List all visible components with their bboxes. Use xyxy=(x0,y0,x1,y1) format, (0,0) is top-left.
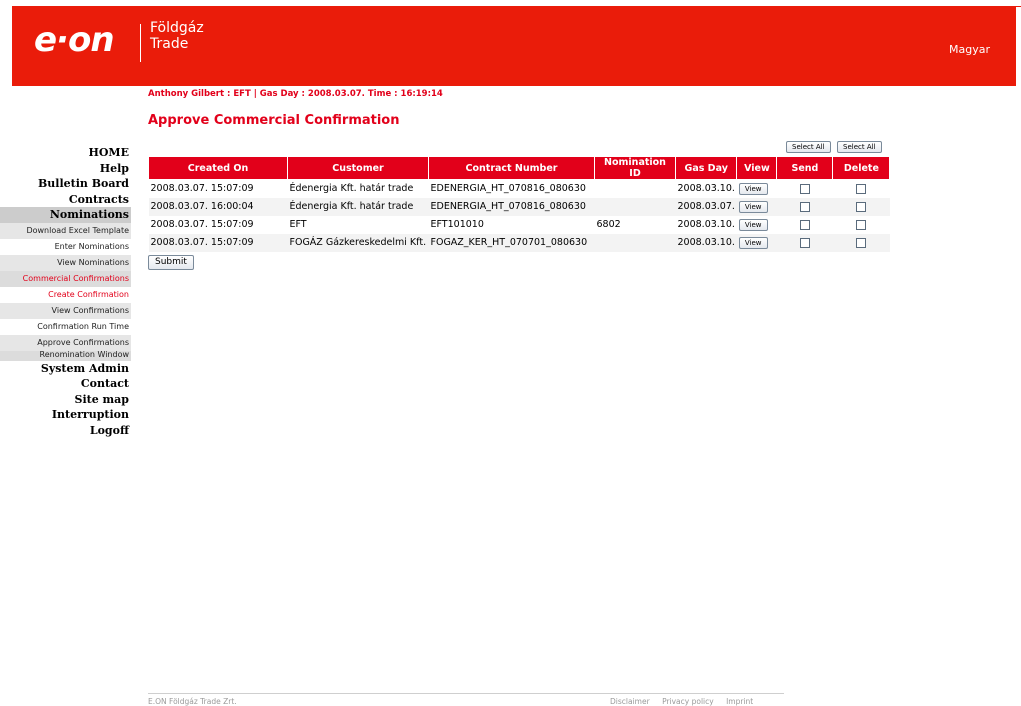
sidebar-nav: HOME Help Bulletin Board Contracts Nomin… xyxy=(0,145,131,438)
cell-delete xyxy=(832,197,890,216)
cell-nomination-id xyxy=(595,180,676,198)
col-nomination-id: Nomination ID xyxy=(594,156,676,180)
cell-view: View xyxy=(736,233,777,252)
brand-line-1: Földgáz xyxy=(150,20,204,36)
eon-logo: e·on xyxy=(34,20,115,60)
cell-created-on: 2008.03.07. 15:07:09 xyxy=(150,219,254,230)
cell-contract-number: EFT101010 xyxy=(430,219,484,230)
nav-download-excel-template[interactable]: Download Excel Template xyxy=(0,222,131,239)
col-contract-number: Contract Number xyxy=(428,156,595,180)
cell-gas-day: 2008.03.07. xyxy=(675,197,737,216)
cell-view: View xyxy=(736,197,777,216)
confirmations-table: Created On Customer Contract Number Nomi… xyxy=(148,156,891,252)
cell-delete xyxy=(832,233,890,252)
page-title: Approve Commercial Confirmation xyxy=(148,113,400,128)
view-button[interactable]: View xyxy=(738,182,768,195)
cell-created-on: 2008.03.07. 15:07:09 xyxy=(148,233,288,252)
col-delete: Delete xyxy=(832,156,891,180)
delete-checkbox[interactable] xyxy=(856,201,867,212)
nav-home[interactable]: HOME xyxy=(0,145,131,161)
cell-send xyxy=(776,233,833,252)
cell-gas-day: 2008.03.10. xyxy=(677,183,735,195)
brand-subtitle: Földgáz Trade xyxy=(150,20,204,52)
table-row: 2008.03.07. 15:07:09 Édenergia Kft. hatá… xyxy=(149,180,890,198)
col-send: Send xyxy=(776,156,834,180)
table-row: 2008.03.07. 15:07:09 EFT EFT101010 6802 … xyxy=(149,216,890,234)
cell-created-on: 2008.03.07. 15:07:09 xyxy=(150,183,254,195)
nav-interruption[interactable]: Interruption xyxy=(0,407,131,423)
nav-create-confirmation[interactable]: Create Confirmation xyxy=(0,287,131,303)
cell-gas-day: 2008.03.10. xyxy=(677,219,735,230)
nav-contracts[interactable]: Contracts xyxy=(0,192,131,208)
logo-divider xyxy=(140,24,141,62)
table-row: 2008.03.07. 15:07:09 FOGÁZ Gázkereskedel… xyxy=(148,233,890,252)
cell-send xyxy=(777,216,833,234)
nav-help[interactable]: Help xyxy=(0,161,131,177)
cell-nomination-id: 6802 xyxy=(596,219,621,230)
col-view: View xyxy=(736,156,778,180)
user-info: Anthony Gilbert : EFT | Gas Day : 2008.0… xyxy=(148,89,443,99)
select-all-delete-button[interactable]: Select All xyxy=(837,141,882,153)
nav-confirmation-run-time[interactable]: Confirmation Run Time xyxy=(0,319,131,335)
view-button[interactable]: View xyxy=(738,200,768,213)
col-gas-day: Gas Day xyxy=(674,156,738,180)
cell-gas-day: 2008.03.10. xyxy=(675,233,737,252)
send-checkbox[interactable] xyxy=(799,183,810,194)
cell-customer: FOGÁZ Gázkereskedelmi Kft. xyxy=(287,233,429,252)
view-button[interactable]: View xyxy=(738,236,768,249)
delete-checkbox[interactable] xyxy=(856,183,867,194)
cell-created-on: 2008.03.07. 16:00:04 xyxy=(148,197,288,216)
nav-contact[interactable]: Contact xyxy=(0,376,131,392)
col-created-on: Created On xyxy=(148,156,288,180)
cell-send xyxy=(776,197,833,216)
nav-view-confirmations[interactable]: View Confirmations xyxy=(0,302,131,319)
cell-view: View xyxy=(737,180,777,198)
table-header-row: Created On Customer Contract Number Nomi… xyxy=(148,156,891,180)
cell-delete xyxy=(833,216,890,234)
send-checkbox[interactable] xyxy=(799,219,810,230)
delete-checkbox[interactable] xyxy=(856,237,867,248)
footer-divider xyxy=(148,693,784,694)
cell-customer: Édenergia Kft. határ trade xyxy=(289,183,414,195)
language-link[interactable]: Magyar xyxy=(949,43,990,56)
nav-system-admin[interactable]: System Admin xyxy=(0,361,131,377)
send-checkbox[interactable] xyxy=(799,237,810,248)
cell-nomination-id xyxy=(594,197,676,216)
nav-site-map[interactable]: Site map xyxy=(0,392,131,408)
delete-checkbox[interactable] xyxy=(856,219,867,230)
header-edge xyxy=(1016,6,1021,7)
col-customer: Customer xyxy=(287,156,429,180)
cell-customer: EFT xyxy=(289,219,307,230)
brand-line-2: Trade xyxy=(150,36,189,52)
nav-nominations[interactable]: Nominations xyxy=(0,207,131,223)
select-all-send-button[interactable]: Select All xyxy=(786,141,831,153)
table-row: 2008.03.07. 16:00:04 Édenergia Kft. hatá… xyxy=(148,197,890,216)
nav-commercial-confirmations[interactable]: Commercial Confirmations xyxy=(0,270,131,287)
cell-contract-number: EDENERGIA_HT_070816_080630 xyxy=(428,197,595,216)
cell-send xyxy=(777,180,833,198)
cell-delete xyxy=(833,180,890,198)
cell-nomination-id xyxy=(594,233,676,252)
nav-view-nominations[interactable]: View Nominations xyxy=(0,254,131,271)
submit-button[interactable]: Submit xyxy=(148,255,194,270)
cell-contract-number: FOGAZ_KER_HT_070701_080630 xyxy=(428,233,595,252)
cell-customer: Édenergia Kft. határ trade xyxy=(287,197,429,216)
cell-contract-number: EDENERGIA_HT_070816_080630 xyxy=(430,183,586,195)
cell-view: View xyxy=(737,216,777,234)
nav-enter-nominations[interactable]: Enter Nominations xyxy=(0,239,131,255)
view-button[interactable]: View xyxy=(738,218,768,231)
send-checkbox[interactable] xyxy=(799,201,810,212)
nav-renomination-window[interactable]: Renomination Window xyxy=(0,350,131,361)
header-banner: e·on Földgáz Trade Magyar xyxy=(12,6,1016,86)
nav-approve-confirmations[interactable]: Approve Confirmations xyxy=(0,334,131,351)
nav-bulletin-board[interactable]: Bulletin Board xyxy=(0,176,131,192)
nav-logoff[interactable]: Logoff xyxy=(0,423,131,439)
